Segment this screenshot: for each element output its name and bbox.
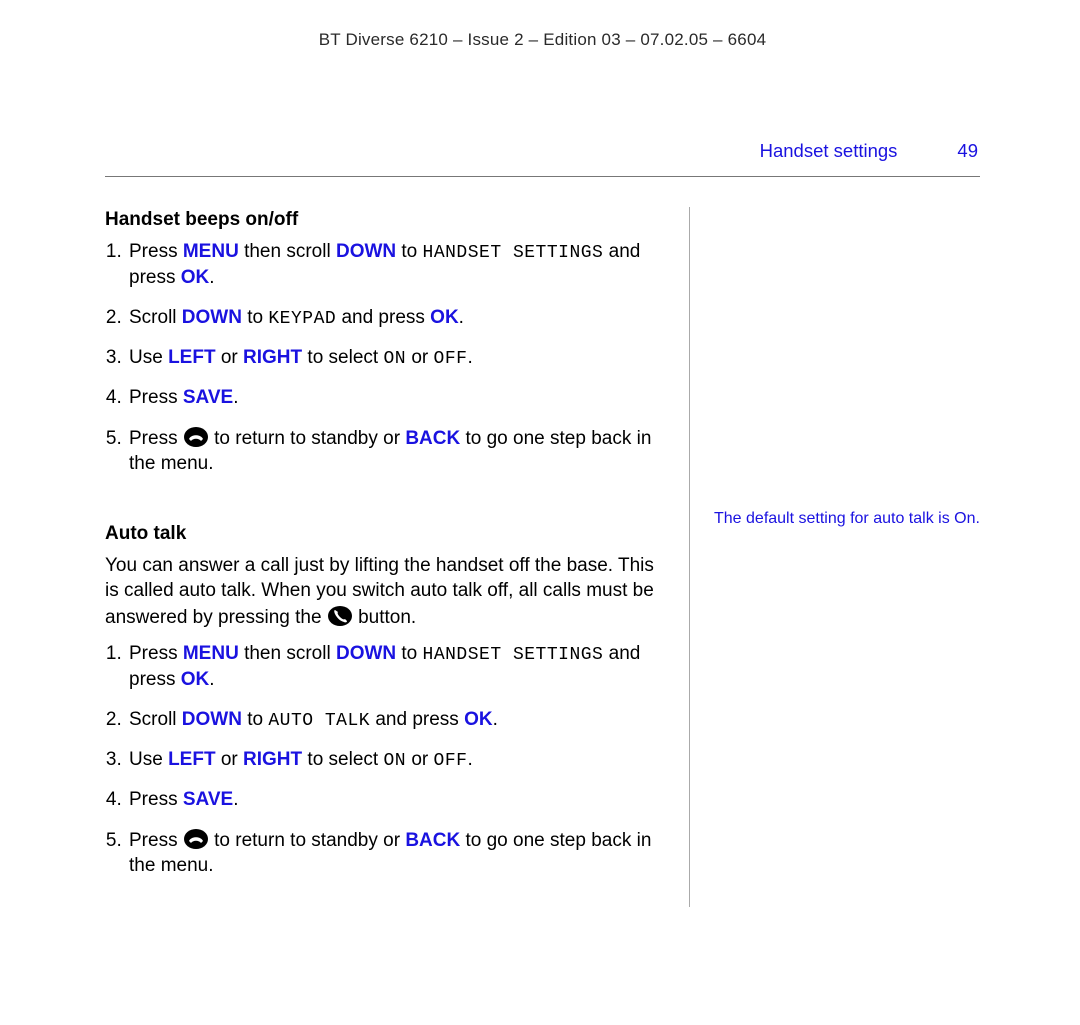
keyword: BACK	[405, 428, 460, 449]
screen-text: ON	[383, 751, 406, 771]
text: to select	[302, 749, 383, 770]
text: to return to standby or	[209, 428, 405, 449]
text: or	[406, 347, 433, 368]
keyword: SAVE	[183, 387, 233, 408]
step: Use LEFT or RIGHT to select ON or OFF.	[127, 747, 665, 773]
keyword: MENU	[183, 643, 239, 664]
text: Scroll	[129, 307, 182, 328]
keyword: DOWN	[182, 709, 242, 730]
text: Use	[129, 347, 168, 368]
text: Press	[129, 428, 183, 449]
text: or	[406, 749, 433, 770]
screen-text: HANDSET SETTINGS	[423, 243, 604, 263]
text: Scroll	[129, 709, 182, 730]
side-column: The default setting for auto talk is On.	[690, 207, 980, 907]
text: .	[233, 789, 238, 810]
step: Press to return to standby or BACK to go…	[127, 425, 665, 477]
text: Press	[129, 643, 183, 664]
step: Scroll DOWN to KEYPAD and press OK.	[127, 305, 665, 331]
screen-text: KEYPAD	[268, 309, 336, 329]
step: Press SAVE.	[127, 787, 665, 813]
step: Press SAVE.	[127, 385, 665, 411]
text: Use	[129, 749, 168, 770]
running-header: Handset settings 49	[105, 140, 980, 177]
steps-auto-talk: Press MENU then scroll DOWN to HANDSET S…	[105, 641, 665, 879]
keyword: RIGHT	[243, 749, 302, 770]
section-title: Handset settings	[760, 140, 898, 162]
text: and press	[336, 307, 430, 328]
page: BT Diverse 6210 – Issue 2 – Edition 03 –…	[0, 0, 1080, 937]
steps-handset-beeps: Press MENU then scroll DOWN to HANDSET S…	[105, 239, 665, 477]
text: .	[209, 267, 214, 288]
screen-text: OFF	[434, 751, 468, 771]
text: Press	[129, 789, 183, 810]
text: .	[493, 709, 498, 730]
text: or	[216, 749, 243, 770]
intro-auto-talk: You can answer a call just by lifting th…	[105, 553, 665, 631]
text: Press	[129, 241, 183, 262]
text: to	[242, 307, 268, 328]
step: Press to return to standby or BACK to go…	[127, 827, 665, 879]
text: then scroll	[239, 241, 336, 262]
main-column: Handset beeps on/off Press MENU then scr…	[105, 207, 690, 907]
text: to	[242, 709, 268, 730]
keyword: DOWN	[182, 307, 242, 328]
text: .	[467, 347, 472, 368]
screen-text: AUTO TALK	[268, 711, 370, 731]
text: to return to standby or	[209, 830, 405, 851]
talk-icon	[327, 604, 353, 628]
text: to select	[302, 347, 383, 368]
keyword: DOWN	[336, 241, 396, 262]
text: .	[233, 387, 238, 408]
keyword: LEFT	[168, 749, 216, 770]
keyword: SAVE	[183, 789, 233, 810]
text: .	[209, 669, 214, 690]
text: .	[459, 307, 464, 328]
heading-handset-beeps: Handset beeps on/off	[105, 207, 665, 233]
section-handset-beeps: Handset beeps on/off Press MENU then scr…	[105, 207, 665, 477]
step: Use LEFT or RIGHT to select ON or OFF.	[127, 345, 665, 371]
text: .	[467, 749, 472, 770]
step: Press MENU then scroll DOWN to HANDSET S…	[127, 239, 665, 291]
doc-header: BT Diverse 6210 – Issue 2 – Edition 03 –…	[105, 30, 980, 50]
keyword: OK	[181, 669, 210, 690]
heading-auto-talk: Auto talk	[105, 521, 665, 547]
step: Press MENU then scroll DOWN to HANDSET S…	[127, 641, 665, 693]
text: button.	[353, 607, 416, 628]
end-call-icon	[183, 827, 209, 851]
text: then scroll	[239, 643, 336, 664]
keyword: LEFT	[168, 347, 216, 368]
section-auto-talk: Auto talk You can answer a call just by …	[105, 521, 665, 879]
end-call-icon	[183, 425, 209, 449]
text: Press	[129, 387, 183, 408]
page-number: 49	[957, 140, 978, 162]
screen-text: HANDSET SETTINGS	[423, 645, 604, 665]
keyword: DOWN	[336, 643, 396, 664]
content-columns: Handset beeps on/off Press MENU then scr…	[105, 207, 980, 907]
keyword: OK	[464, 709, 493, 730]
keyword: MENU	[183, 241, 239, 262]
text: to	[396, 643, 422, 664]
text: and press	[370, 709, 464, 730]
text: to	[396, 241, 422, 262]
keyword: OK	[181, 267, 210, 288]
text: or	[216, 347, 243, 368]
keyword: BACK	[405, 830, 460, 851]
screen-text: ON	[383, 349, 406, 369]
keyword: RIGHT	[243, 347, 302, 368]
side-note-auto-talk: The default setting for auto talk is On.	[714, 509, 980, 530]
keyword: OK	[430, 307, 459, 328]
screen-text: OFF	[434, 349, 468, 369]
text: Press	[129, 830, 183, 851]
step: Scroll DOWN to AUTO TALK and press OK.	[127, 707, 665, 733]
